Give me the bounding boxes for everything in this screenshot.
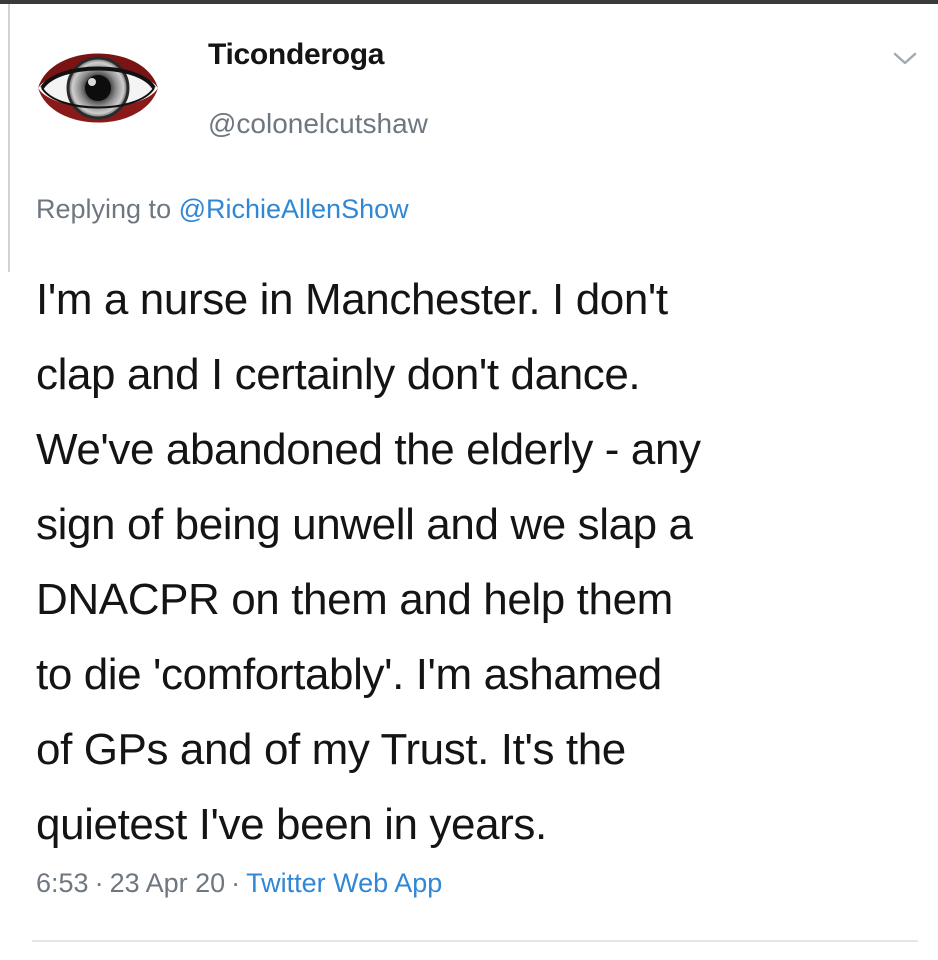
eye-icon bbox=[34, 24, 162, 152]
divider bbox=[32, 940, 918, 942]
tweet-text-line: clap and I certainly don't dance. bbox=[36, 350, 641, 399]
tweet-menu-button[interactable] bbox=[892, 50, 918, 68]
replying-to: Replying to @RichieAllenShow bbox=[36, 194, 409, 225]
meta-separator: · bbox=[94, 868, 104, 898]
display-name[interactable]: Ticonderoga bbox=[208, 38, 384, 72]
tweet-text-line: sign of being unwell and we slap a bbox=[36, 500, 693, 549]
tweet-date[interactable]: 23 Apr 20 bbox=[110, 868, 226, 898]
tweet-text-line: DNACPR on them and help them bbox=[36, 575, 673, 624]
chevron-down-icon bbox=[893, 52, 917, 65]
reply-mention-link[interactable]: @RichieAllenShow bbox=[179, 194, 409, 224]
tweet-text-line: We've abandoned the elderly - any bbox=[36, 425, 701, 474]
tweet-source-link[interactable]: Twitter Web App bbox=[246, 868, 442, 898]
tweet-text-line: of GPs and of my Trust. It's the bbox=[36, 725, 626, 774]
user-handle[interactable]: @colonelcutshaw bbox=[208, 108, 428, 140]
tweet-card: Ticonderoga @colonelcutshaw Replying to … bbox=[0, 0, 938, 960]
tweet-meta: 6:53 · 23 Apr 20 · Twitter Web App bbox=[36, 868, 442, 899]
meta-separator: · bbox=[231, 868, 241, 898]
replying-to-label: Replying to bbox=[36, 194, 179, 224]
tweet-text-line: to die 'comfortably'. I'm ashamed bbox=[36, 650, 662, 699]
tweet-text-line: I'm a nurse in Manchester. I don't bbox=[36, 275, 668, 324]
tweet-time[interactable]: 6:53 bbox=[36, 868, 89, 898]
tweet-text: I'm a nurse in Manchester. I don't clap … bbox=[36, 262, 926, 862]
tweet-text-line: quietest I've been in years. bbox=[36, 800, 547, 849]
avatar[interactable] bbox=[32, 22, 164, 154]
